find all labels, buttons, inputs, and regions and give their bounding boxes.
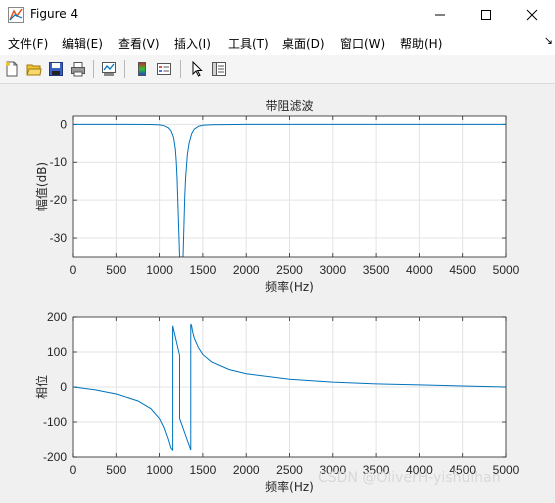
figure-toolbar — [0, 55, 555, 84]
chart2-x-tick-label: 1500 — [190, 463, 217, 477]
chart2-x-axis-label: 频率(Hz) — [265, 479, 314, 494]
chart1-x-tick-label: 3000 — [319, 263, 346, 277]
save-button[interactable] — [47, 60, 65, 78]
chart2-x-tick-label: 2500 — [276, 463, 303, 477]
chart2-y-axis-label: 相位 — [34, 375, 49, 399]
toolbar-separator — [180, 60, 181, 78]
chart1-y-tick-label: -30 — [50, 231, 68, 245]
chart1-y-tick-label: -10 — [50, 155, 68, 169]
figure-plots: 0 500 1000 1500 2000 2500 3000 3500 4000 4500 5000… — [34, 99, 520, 494]
print-icon — [71, 62, 85, 77]
print-button[interactable] — [69, 60, 87, 78]
chart1-title: 带阻滤波 — [265, 99, 313, 113]
chart2-x-tick-label: 2000 — [233, 463, 260, 477]
chart2-y-tick-label: 200 — [47, 310, 67, 324]
new-figure-icon — [6, 61, 18, 77]
menu-help[interactable]: 帮助(H) — [400, 35, 442, 52]
arrow-icon[interactable]: ↘ — [544, 34, 553, 47]
new-figure-button[interactable] — [3, 60, 21, 78]
open-file-button[interactable] — [25, 60, 43, 78]
close-icon — [526, 9, 538, 21]
chart2-y-tick-label: -200 — [43, 450, 67, 464]
chart1-x-tick-label: 3500 — [363, 263, 390, 277]
chart1-x-tick-label: 1000 — [146, 263, 173, 277]
chart2-axes: 0 500 1000 1500 2000 2500 3000 3500 4000 4500 5000… — [34, 310, 520, 494]
chart1-x-tick-label: 4500 — [449, 263, 476, 277]
chart1-x-tick-label: 2000 — [233, 263, 260, 277]
chart2-x-tick-label: 0 — [70, 463, 77, 477]
menu-bar: 文件(F) 编辑(E) 查看(V) 插入(I) 工具(T) 桌面(D) 窗口(W… — [0, 30, 555, 55]
minimize-button[interactable] — [417, 0, 463, 30]
chart1-y-tick-label: -20 — [50, 193, 68, 207]
maximize-icon — [481, 10, 491, 20]
figure-canvas: 0 500 1000 1500 2000 2500 3000 3500 4000 4500 5000… — [0, 84, 555, 499]
toolbar-separator — [93, 60, 94, 78]
menu-desktop[interactable]: 桌面(D) — [282, 35, 325, 52]
save-icon — [49, 62, 63, 76]
menu-view[interactable]: 查看(V) — [118, 35, 160, 52]
chart2-x-tick-label: 1000 — [146, 463, 173, 477]
chart1-axes: 0 500 1000 1500 2000 2500 3000 3500 4000 4500 5000… — [34, 99, 520, 294]
menu-tools[interactable]: 工具(T) — [228, 35, 269, 52]
menu-file[interactable]: 文件(F) — [8, 35, 48, 52]
matlab-figure-icon — [8, 7, 24, 23]
chart2-y-tick-label: 100 — [47, 345, 67, 359]
property-inspector-icon — [212, 62, 226, 76]
property-inspector-button[interactable] — [210, 60, 228, 78]
minimize-icon — [435, 14, 445, 16]
chart2-y-tick-label: -100 — [43, 415, 67, 429]
toolbar-separator — [124, 60, 125, 78]
maximize-button[interactable] — [463, 0, 509, 30]
chart2-y-tick-label: 0 — [60, 380, 67, 394]
chart1-x-tick-label: 5000 — [493, 263, 520, 277]
window-title: Figure 4 — [30, 7, 79, 21]
chart1-y-tick-label: 0 — [60, 117, 67, 131]
menu-edit[interactable]: 编辑(E) — [62, 35, 103, 52]
close-button[interactable] — [509, 0, 555, 30]
chart1-x-tick-label: 2500 — [276, 263, 303, 277]
link-plot-icon — [102, 62, 116, 76]
edit-plot-button[interactable] — [188, 60, 206, 78]
colorbar-icon — [138, 62, 146, 76]
menu-window[interactable]: 窗口(W) — [340, 35, 385, 52]
link-plot-button[interactable] — [100, 60, 118, 78]
chart1-x-axis-label: 频率(Hz) — [265, 279, 314, 294]
chart2-x-tick-label: 500 — [106, 463, 126, 477]
edit-plot-icon — [192, 61, 203, 77]
chart1-x-tick-label: 1500 — [190, 263, 217, 277]
open-file-icon — [26, 64, 42, 76]
csdn-watermark: CSDN @OliverH-yishuihan — [318, 470, 501, 486]
title-bar: Figure 4 — [0, 0, 555, 30]
legend-icon — [157, 63, 171, 75]
chart1-y-axis-label: 幅值(dB) — [34, 162, 49, 211]
chart1-x-tick-label: 500 — [106, 263, 126, 277]
colorbar-button[interactable] — [133, 60, 151, 78]
legend-button[interactable] — [155, 60, 173, 78]
chart1-x-tick-label: 0 — [70, 263, 77, 277]
menu-insert[interactable]: 插入(I) — [174, 35, 211, 52]
chart1-x-tick-label: 4000 — [406, 263, 433, 277]
